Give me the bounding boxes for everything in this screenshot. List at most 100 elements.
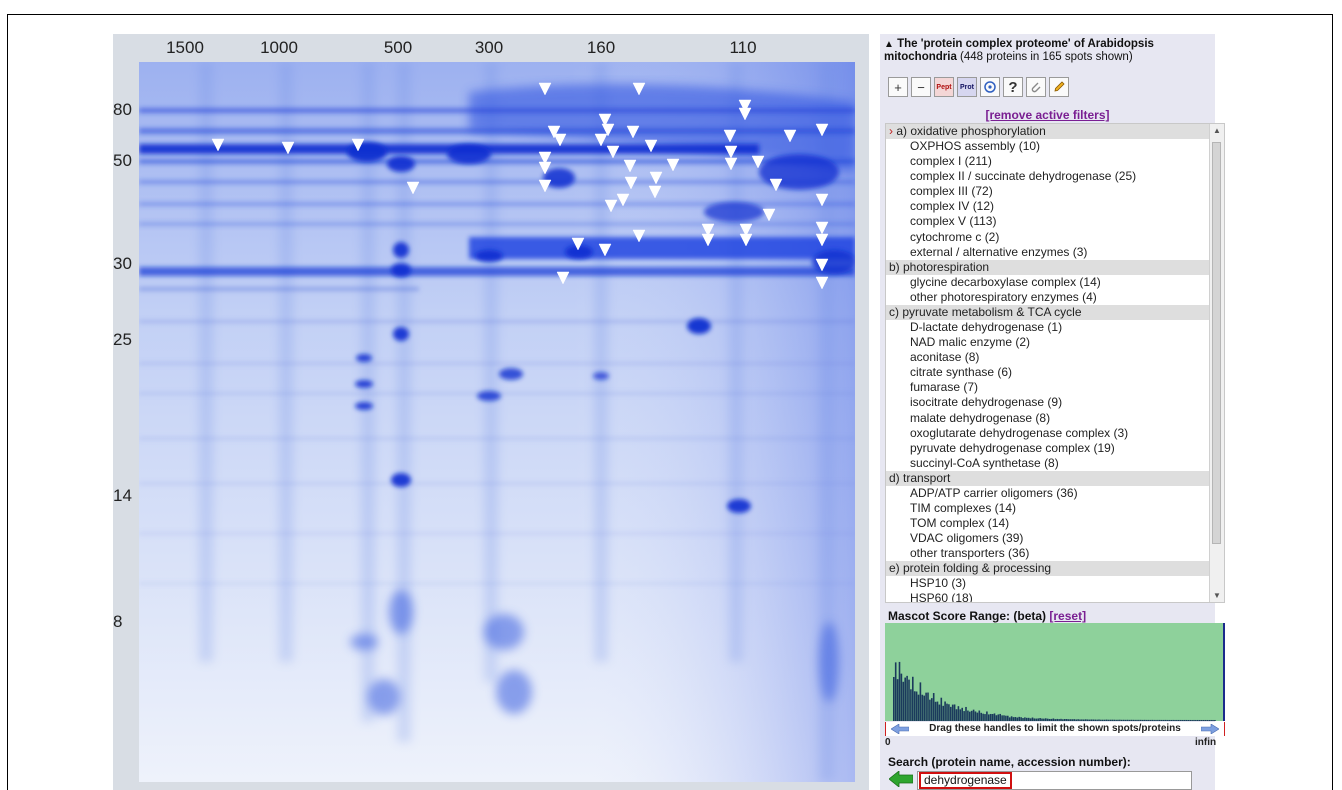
histogram-bar [951, 704, 954, 721]
y-label-80: 80 [113, 100, 132, 119]
toolbar: + − Pept Prot ? [888, 77, 1069, 99]
filter-item[interactable]: pyruvate dehydrogenase complex (19) [886, 441, 1218, 456]
histogram-bar [995, 715, 998, 721]
scroll-thumb[interactable] [1212, 142, 1221, 544]
histogram-bar [965, 706, 967, 721]
filter-item[interactable]: other transporters (36) [886, 546, 1218, 561]
filter-category-label: d) transport [889, 470, 951, 485]
histogram-bar [1160, 719, 1163, 721]
histogram-bar [1117, 719, 1119, 721]
gel-image[interactable] [139, 62, 855, 782]
filter-category[interactable]: d) transport [886, 470, 1218, 486]
filter-item[interactable]: cytochrome c (2) [886, 230, 1218, 245]
histogram-bar [1010, 716, 1013, 721]
edit-button[interactable] [1049, 77, 1069, 97]
histogram-bar [1058, 719, 1060, 721]
mascot-reset-link[interactable]: [reset] [1049, 609, 1086, 623]
filter-item[interactable]: D-lactate dehydrogenase (1) [886, 320, 1218, 335]
filter-item[interactable]: complex V (113) [886, 214, 1218, 229]
filter-item[interactable]: TIM complexes (14) [886, 501, 1218, 516]
filter-item[interactable]: other photorespiratory enzymes (4) [886, 290, 1218, 305]
range-handles-text: Drag these handles to limit the shown sp… [929, 723, 1181, 734]
histogram-bar [1008, 717, 1011, 721]
mascot-title-text: Mascot Score Range: (beta) [888, 609, 1047, 623]
filter-item[interactable]: HSP10 (3) [886, 576, 1218, 591]
range-min-label: 0 [885, 737, 891, 748]
filter-item[interactable]: isocitrate dehydrogenase (9) [886, 395, 1218, 410]
histogram-bar [1153, 719, 1155, 721]
histogram-svg [893, 623, 1225, 721]
search-input-value: dehydrogenase [919, 772, 1012, 789]
help-button[interactable]: ? [1003, 77, 1023, 97]
histogram-bar [1197, 719, 1199, 721]
histogram-bar [1174, 719, 1176, 721]
filter-item[interactable]: TOM complex (14) [886, 516, 1218, 531]
zoom-in-button[interactable]: + [888, 77, 908, 97]
filter-item[interactable]: OXPHOS assembly (10) [886, 139, 1218, 154]
filter-item[interactable]: VDAC oligomers (39) [886, 531, 1218, 546]
filter-item[interactable]: fumarase (7) [886, 380, 1218, 395]
target-button[interactable] [980, 77, 1000, 97]
histogram-bar [1035, 718, 1038, 721]
histogram-bar [1151, 719, 1153, 721]
filter-category[interactable]: e) protein folding & processing [886, 561, 1218, 577]
histogram-bar [1208, 719, 1210, 721]
gel-viewer: 1500 1000 500 300 160 110 80 50 30 25 14… [113, 34, 869, 790]
histogram-bar [1132, 719, 1134, 721]
filter-category[interactable]: b) photorespiration [886, 259, 1218, 275]
prot-button[interactable]: Prot [957, 77, 977, 97]
collapse-icon[interactable]: ▲ [884, 39, 894, 50]
filter-item[interactable]: citrate synthase (6) [886, 365, 1218, 380]
histogram-bar [1134, 719, 1136, 721]
gel-image-svg [139, 62, 855, 782]
scroll-up-icon[interactable]: ▲ [1213, 126, 1221, 135]
filter-item[interactable]: complex III (72) [886, 184, 1218, 199]
filter-category-label: a) oxidative phosphorylation [896, 124, 1046, 138]
range-handle-right[interactable] [1224, 722, 1225, 736]
filter-item[interactable]: aconitase (8) [886, 350, 1218, 365]
filter-item[interactable]: HSP60 (18) [886, 591, 1218, 602]
filter-item[interactable]: external / alternative enzymes (3) [886, 245, 1218, 260]
histogram-bar [904, 677, 906, 721]
scroll-down-icon[interactable]: ▼ [1213, 591, 1221, 600]
link-button[interactable] [1026, 77, 1046, 97]
histogram-bar [1202, 719, 1205, 721]
filter-list-scrollbar[interactable]: ▲ ▼ [1209, 124, 1224, 602]
histogram-bar [1073, 719, 1076, 721]
search-input[interactable]: dehydrogenase [917, 771, 1192, 790]
arrow-right-icon[interactable] [1201, 724, 1219, 734]
filter-item[interactable]: ADP/ATP carrier oligomers (36) [886, 486, 1218, 501]
histogram-bar [1166, 719, 1169, 721]
histogram-bar [1056, 718, 1058, 721]
histogram-bar [1012, 717, 1015, 721]
histogram-bar [1149, 719, 1152, 721]
filter-item[interactable]: complex II / succinate dehydrogenase (25… [886, 169, 1218, 184]
histogram-bar [938, 704, 941, 721]
histogram-bar [967, 710, 969, 721]
zoom-in-icon: + [894, 79, 902, 95]
histogram-bar [1029, 718, 1032, 721]
histogram-bar [1069, 719, 1072, 721]
filter-item[interactable]: complex IV (12) [886, 199, 1218, 214]
mascot-histogram[interactable] [885, 623, 1225, 721]
prot-label: Prot [960, 83, 974, 91]
filter-item[interactable]: malate dehydrogenase (8) [886, 411, 1218, 426]
panel-title: ▲ The 'protein complex proteome' of Arab… [884, 38, 1214, 64]
filter-category[interactable]: › a) oxidative phosphorylation [886, 124, 1218, 139]
zoom-out-button[interactable]: − [911, 77, 931, 97]
histogram-bar [1178, 719, 1180, 721]
histogram-bar [1086, 719, 1089, 721]
search-go-icon[interactable] [889, 771, 913, 787]
filter-item[interactable]: oxoglutarate dehydrogenase complex (3) [886, 426, 1218, 441]
filter-item[interactable]: NAD malic enzyme (2) [886, 335, 1218, 350]
filter-item[interactable]: complex I (211) [886, 154, 1218, 169]
pept-button[interactable]: Pept [934, 77, 954, 97]
histogram-bar [993, 713, 996, 721]
histogram-bar [1143, 719, 1146, 721]
histogram-bar [1210, 719, 1212, 721]
remove-filters-link[interactable]: [remove active filters] [880, 108, 1215, 122]
filter-category[interactable]: c) pyruvate metabolism & TCA cycle [886, 304, 1218, 320]
histogram-bar [972, 709, 975, 721]
filter-item[interactable]: glycine decarboxylase complex (14) [886, 275, 1218, 290]
filter-item[interactable]: succinyl-CoA synthetase (8) [886, 456, 1218, 471]
